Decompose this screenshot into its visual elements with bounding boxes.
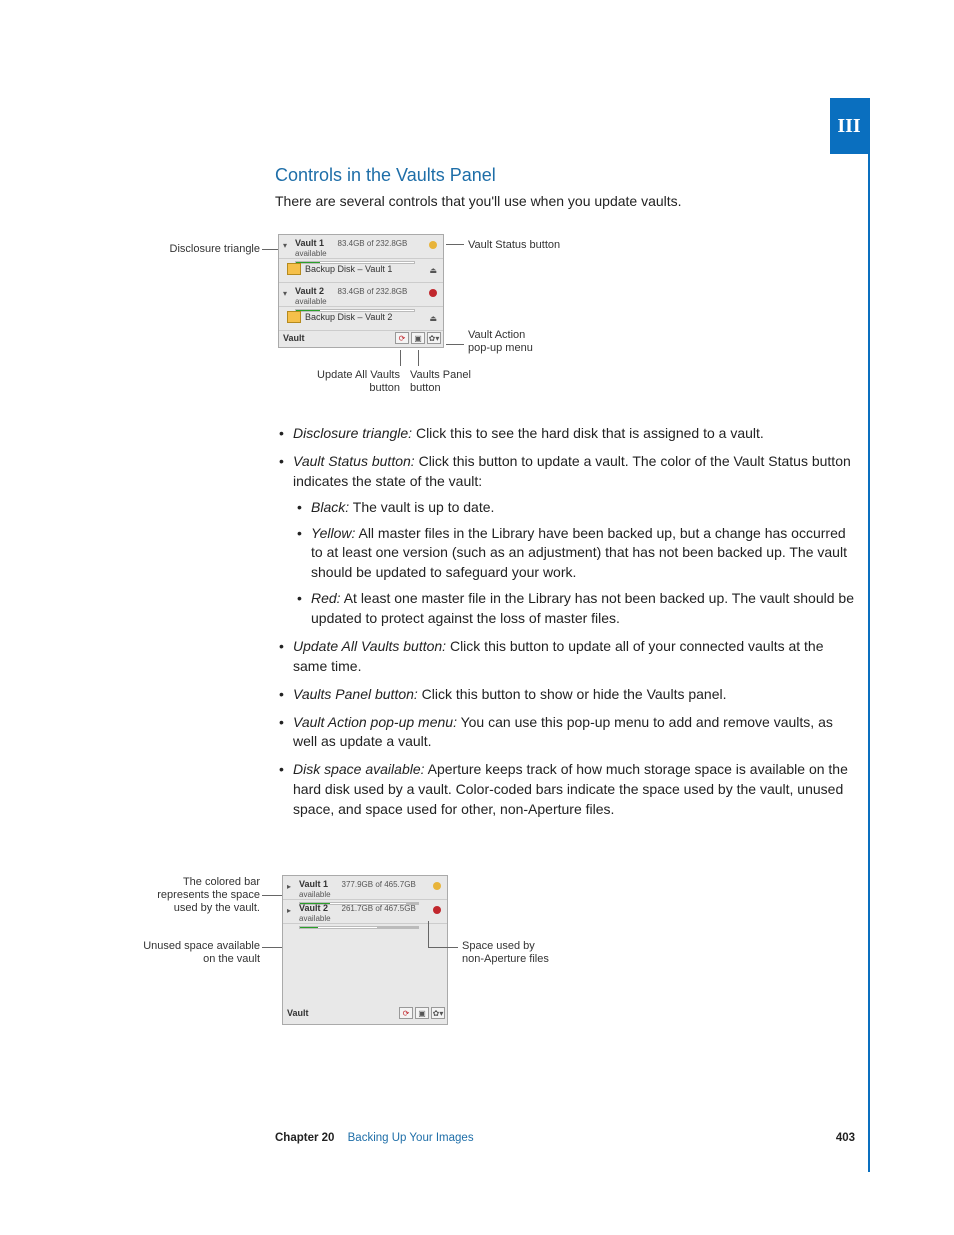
update-all-vaults-button[interactable]: ⟳ — [399, 1007, 413, 1019]
list-item: Vaults Panel button: Click this button t… — [293, 685, 855, 705]
vaults-panel-label: Vault — [287, 1008, 309, 1018]
vaults-panel-button[interactable]: ▣ — [415, 1007, 429, 1019]
vault-name: Vault 1 — [299, 879, 339, 889]
page-footer: Chapter 20 Backing Up Your Images 403 — [275, 1132, 855, 1144]
vault-row-1[interactable]: ▾ Vault 1 83.4GB of 232.8GB available — [279, 235, 443, 259]
vault-disk-row-2[interactable]: Backup Disk – Vault 2 ⏏ — [279, 307, 443, 331]
callout-other-2: non-Aperture files — [462, 952, 549, 966]
callout-vault-status: Vault Status button — [468, 238, 560, 252]
update-all-vaults-button[interactable]: ⟳ — [395, 332, 409, 344]
eject-icon[interactable]: ⏏ — [429, 314, 437, 323]
list-item: Vault Action pop-up menu: You can use th… — [293, 713, 855, 753]
vault-row-2[interactable]: ▸ Vault 2 261.7GB of 467.5GB available — [283, 900, 447, 924]
list-item: Vault Status button: Click this button t… — [293, 452, 855, 629]
disk-label: Backup Disk – Vault 1 — [305, 264, 392, 274]
disclosure-triangle-icon[interactable]: ▾ — [283, 241, 287, 250]
vault-row-2[interactable]: ▾ Vault 2 83.4GB of 232.8GB available — [279, 283, 443, 307]
chapter-label: Chapter 20 — [275, 1132, 334, 1144]
vault-status-icon[interactable] — [429, 289, 437, 297]
callout-unused-2: on the vault — [130, 952, 260, 966]
list-item: Update All Vaults button: Click this but… — [293, 637, 855, 677]
vault-action-menu[interactable]: ✿▾ — [431, 1007, 445, 1019]
folder-icon — [287, 263, 301, 275]
callout-vault-action-2: pop-up menu — [468, 341, 533, 355]
vault-disk-row-1[interactable]: Backup Disk – Vault 1 ⏏ — [279, 259, 443, 283]
callout-colored-bar-3: used by the vault. — [130, 901, 260, 915]
disk-label: Backup Disk – Vault 2 — [305, 312, 392, 322]
vault-status-icon[interactable] — [433, 906, 441, 914]
callout-vaults-panel-2: button — [410, 381, 490, 395]
bullet-list: Disclosure triangle: Click this to see t… — [275, 424, 855, 828]
vault-name: Vault 2 — [299, 903, 339, 913]
list-item: Disk space available: Aperture keeps tra… — [293, 760, 855, 820]
chapter-title: Backing Up Your Images — [348, 1132, 474, 1144]
eject-icon[interactable]: ⏏ — [429, 266, 437, 275]
vault-status-icon[interactable] — [429, 241, 437, 249]
page-number: 403 — [836, 1132, 855, 1144]
figure-vaults-disk-usage: The colored bar represents the space use… — [130, 875, 600, 1050]
section-heading: Controls in the Vaults Panel — [275, 165, 855, 186]
list-item: Black: The vault is up to date. — [311, 498, 855, 518]
vaults-panel-button[interactable]: ▣ — [411, 332, 425, 344]
intro-text: There are several controls that you'll u… — [275, 192, 855, 212]
vaults-panel-2: ▸ Vault 1 377.9GB of 465.7GB available ▸… — [282, 875, 448, 1025]
vaults-panel-label: Vault — [283, 333, 305, 343]
vault-row-1[interactable]: ▸ Vault 1 377.9GB of 465.7GB available — [283, 876, 447, 900]
part-tab: III — [830, 98, 868, 154]
vaults-panel-footer: Vault ⟳ ▣ ✿▾ — [283, 1006, 447, 1022]
list-item: Red: At least one master file in the Lib… — [311, 589, 855, 629]
list-item: Yellow: All master files in the Library … — [311, 524, 855, 584]
disclosure-triangle-icon[interactable]: ▸ — [287, 882, 291, 891]
vaults-panel-footer: Vault ⟳ ▣ ✿▾ — [279, 331, 443, 347]
vault-name: Vault 1 — [295, 238, 335, 248]
vault-action-menu[interactable]: ✿▾ — [427, 332, 441, 344]
vault-name: Vault 2 — [295, 286, 335, 296]
folder-icon — [287, 311, 301, 323]
disclosure-triangle-icon[interactable]: ▸ — [287, 906, 291, 915]
vaults-panel: ▾ Vault 1 83.4GB of 232.8GB available Ba… — [278, 234, 444, 348]
callout-disclosure-triangle: Disclosure triangle — [150, 242, 260, 256]
list-item: Disclosure triangle: Click this to see t… — [293, 424, 855, 444]
disclosure-triangle-icon[interactable]: ▾ — [283, 289, 287, 298]
figure-vaults-panel-controls: Disclosure triangle ▾ Vault 1 83.4GB of … — [150, 230, 600, 390]
vault-status-icon[interactable] — [433, 882, 441, 890]
callout-update-all-2: button — [300, 381, 400, 395]
